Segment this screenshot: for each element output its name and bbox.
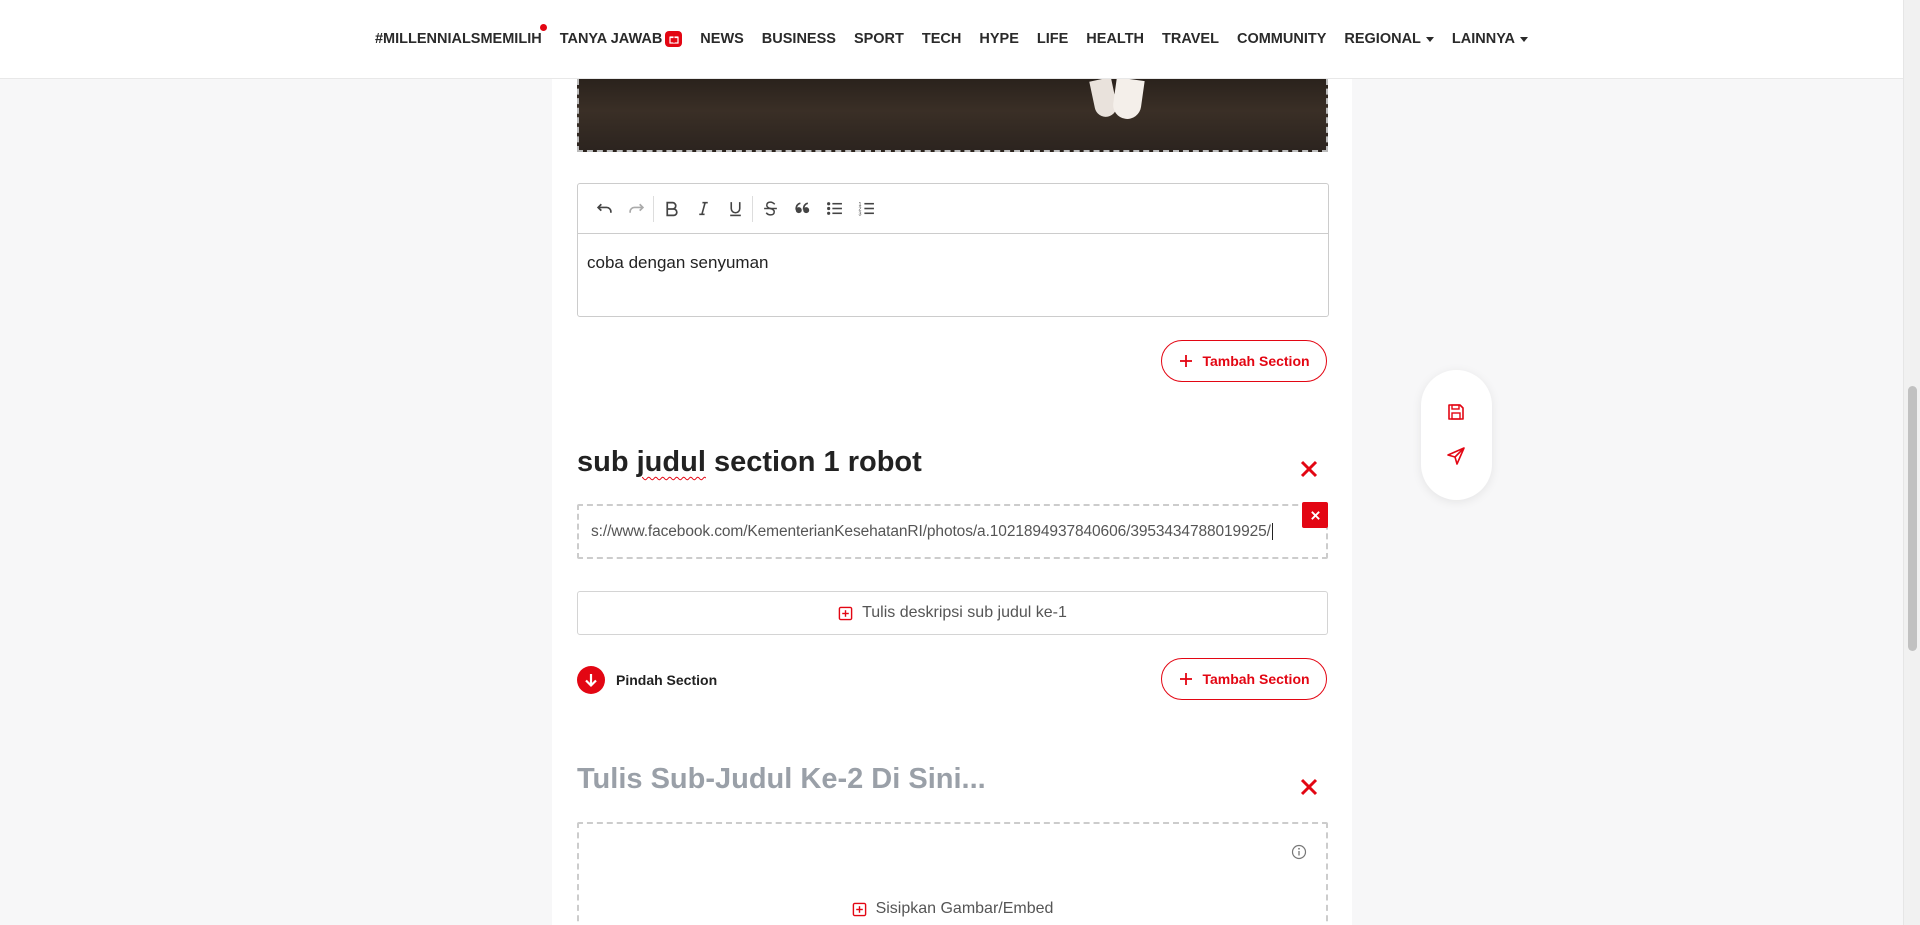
- title-text: sub: [577, 446, 637, 478]
- embed-url-text: s://www.facebook.com/KementerianKesehata…: [591, 522, 1271, 540]
- undo-icon[interactable]: [588, 193, 620, 225]
- plus-square-icon: [852, 902, 866, 916]
- nav-item-news[interactable]: NEWS: [691, 31, 753, 47]
- arrow-down-icon: [577, 666, 605, 694]
- quote-icon[interactable]: [786, 193, 818, 225]
- nav-item-health[interactable]: HEALTH: [1077, 31, 1153, 47]
- section-2-title-input[interactable]: Tulis Sub-Judul Ke-2 Di Sini...: [577, 763, 986, 796]
- close-icon: [1300, 460, 1318, 478]
- redo-icon[interactable]: [620, 193, 652, 225]
- rich-text-editor: 123 coba dengan senyuman: [577, 183, 1329, 317]
- add-section-button[interactable]: Tambah Section: [1161, 658, 1327, 700]
- underline-icon[interactable]: [719, 193, 751, 225]
- close-icon: [1300, 778, 1318, 796]
- title-text: section 1 robot: [705, 446, 922, 478]
- toolbar-divider: [653, 195, 654, 222]
- bulleted-list-icon[interactable]: [818, 193, 850, 225]
- nav-item-lainnya[interactable]: LAINNYA: [1443, 31, 1537, 47]
- nav-label: TECH: [921, 31, 962, 47]
- nav-label: COMMUNITY: [1236, 31, 1327, 47]
- top-navigation: #MILLENNIALSMEMILIH TANYA JAWAB NEWS BUS…: [0, 0, 1903, 79]
- numbered-list-icon[interactable]: 123: [850, 193, 882, 225]
- send-icon[interactable]: [1446, 446, 1468, 468]
- nav-item-tanya-jawab[interactable]: TANYA JAWAB: [551, 31, 692, 47]
- info-icon[interactable]: [1291, 844, 1307, 860]
- add-section-label: Tambah Section: [1202, 671, 1310, 687]
- notification-dot: [539, 24, 547, 31]
- nav-label: LIFE: [1036, 31, 1069, 47]
- nav-label: TANYA JAWAB: [559, 31, 663, 47]
- save-icon[interactable]: [1446, 402, 1468, 424]
- nav-label: #MILLENNIALSMEMILIH: [374, 31, 542, 47]
- article-editor: 123 coba dengan senyuman Tambah Section …: [552, 0, 1352, 925]
- nav-label: HEALTH: [1086, 31, 1145, 47]
- add-description-button[interactable]: Tulis deskripsi sub judul ke-1: [577, 591, 1328, 635]
- nav-label: NEWS: [700, 31, 744, 47]
- remove-section-button[interactable]: [1297, 457, 1321, 481]
- nav-list: #MILLENNIALSMEMILIH TANYA JAWAB NEWS BUS…: [366, 24, 1537, 47]
- nav-item-tech[interactable]: TECH: [913, 31, 970, 47]
- insert-media-button[interactable]: Sisipkan Gambar/Embed: [579, 900, 1326, 918]
- nav-label: BUSINESS: [761, 31, 836, 47]
- embed-dropzone[interactable]: Sisipkan Gambar/Embed: [577, 822, 1328, 925]
- plus-icon: [1180, 673, 1193, 685]
- nav-label: HYPE: [979, 31, 1019, 47]
- caret-down-icon: [1425, 36, 1434, 42]
- nav-item-business[interactable]: BUSINESS: [753, 31, 845, 47]
- add-section-button[interactable]: Tambah Section: [1161, 340, 1327, 382]
- nav-item-millennialsmemilih[interactable]: #MILLENNIALSMEMILIH: [366, 24, 551, 47]
- nav-item-sport[interactable]: SPORT: [845, 31, 913, 47]
- section-image: [577, 79, 1328, 152]
- toolbar-divider: [752, 195, 753, 222]
- nav-label: LAINNYA: [1451, 31, 1516, 47]
- add-section-label: Tambah Section: [1202, 353, 1310, 369]
- nav-label: SPORT: [853, 31, 904, 47]
- close-icon: [1310, 510, 1320, 520]
- embed-url-input[interactable]: s://www.facebook.com/KementerianKesehata…: [577, 504, 1328, 559]
- plus-icon: [1180, 355, 1193, 367]
- editor-toolbar: 123: [578, 184, 1328, 234]
- floating-action-panel: [1421, 370, 1492, 500]
- editor-content[interactable]: coba dengan senyuman: [578, 234, 1328, 292]
- caret-down-icon: [1520, 36, 1529, 42]
- nav-item-regional[interactable]: REGIONAL: [1335, 31, 1443, 47]
- image-detail: [1111, 79, 1145, 121]
- remove-section-button[interactable]: [1297, 775, 1321, 799]
- nav-item-life[interactable]: LIFE: [1028, 31, 1077, 47]
- italic-icon[interactable]: [687, 193, 719, 225]
- scrollbar-thumb[interactable]: [1908, 386, 1917, 651]
- insert-media-label: Sisipkan Gambar/Embed: [875, 900, 1054, 917]
- move-section-button[interactable]: Pindah Section: [577, 666, 717, 694]
- nav-label: TRAVEL: [1162, 31, 1219, 47]
- text-cursor: [1271, 523, 1273, 540]
- nav-item-hype[interactable]: HYPE: [970, 31, 1028, 47]
- page-scrollbar[interactable]: [1903, 0, 1920, 925]
- misspelled-word: judul: [636, 446, 706, 478]
- nav-item-community[interactable]: COMMUNITY: [1228, 31, 1335, 47]
- nav-label: REGIONAL: [1344, 31, 1421, 47]
- section-1-title[interactable]: sub judul section 1 robot: [577, 446, 922, 479]
- add-description-label: Tulis deskripsi sub judul ke-1: [862, 604, 1067, 621]
- nav-item-travel[interactable]: TRAVEL: [1153, 31, 1228, 47]
- bold-icon[interactable]: [655, 193, 687, 225]
- remove-embed-button[interactable]: [1302, 502, 1328, 528]
- move-section-label: Pindah Section: [616, 672, 718, 688]
- gift-icon: [665, 31, 683, 47]
- strikethrough-icon[interactable]: [754, 193, 786, 225]
- svg-text:3: 3: [858, 211, 861, 217]
- plus-square-icon: [838, 606, 853, 620]
